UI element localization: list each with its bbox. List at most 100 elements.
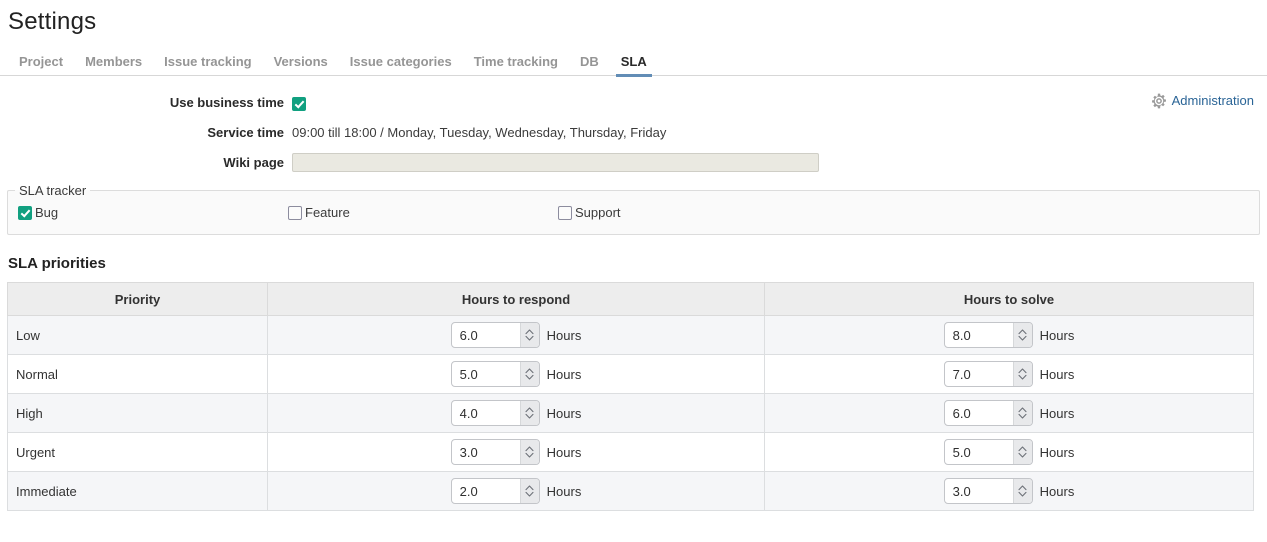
hours-to-solve-control: 7.0 Hours (943, 361, 1074, 387)
tracker-checkbox-bug[interactable] (18, 206, 32, 220)
sla-tracker-legend: SLA tracker (19, 183, 87, 198)
hours-to-respond-cell: 3.0 Hours (267, 432, 765, 472)
priority-name-cell: Normal (7, 354, 268, 394)
hours-unit-label: Hours (546, 483, 582, 499)
tracker-label: Support (575, 205, 621, 220)
priority-name-cell: Urgent (7, 432, 268, 472)
hours-to-solve-stepper[interactable]: 5.0 (943, 439, 1033, 465)
hours-unit-label: Hours (546, 405, 582, 421)
hours-to-solve-input[interactable]: 7.0 (945, 362, 1013, 386)
tracker-checkbox-support[interactable] (558, 206, 572, 220)
hours-to-solve-input[interactable]: 5.0 (945, 440, 1013, 464)
hours-to-respond-input[interactable]: 2.0 (452, 479, 520, 503)
hours-to-respond-control: 2.0 Hours (450, 478, 582, 504)
hours-to-respond-input[interactable]: 4.0 (452, 401, 520, 425)
hours-to-solve-stepper[interactable]: 3.0 (943, 478, 1033, 504)
tracker-checkbox-feature[interactable] (288, 206, 302, 220)
hours-to-solve-spinner-arrows-icon[interactable] (1012, 401, 1032, 425)
use-business-time-label: Use business time (169, 95, 284, 110)
administration-link[interactable]: Administration (1151, 93, 1254, 109)
hours-to-solve-spinner-arrows-icon[interactable] (1012, 479, 1032, 503)
tab-db[interactable]: DB (569, 54, 610, 75)
hours-to-respond-stepper[interactable]: 3.0 (450, 439, 540, 465)
column-header-label: Hours to solve (963, 291, 1055, 307)
sla-table-body: Low 6.0 Hours 8.0 Hours Normal 5.0 Hours 7.0 Hour… (7, 315, 1254, 511)
sla-settings-form: Administration Use business time Service… (0, 76, 1267, 172)
hours-to-respond-input[interactable]: 5.0 (452, 362, 520, 386)
tracker-option-feature[interactable]: Feature (288, 205, 558, 221)
tracker-option-bug[interactable]: Bug (18, 205, 288, 221)
hours-to-solve-input[interactable]: 3.0 (945, 479, 1013, 503)
tracker-option-support[interactable]: Support (558, 205, 621, 221)
hours-to-solve-spinner-arrows-icon[interactable] (1012, 440, 1032, 464)
settings-tab-bar: Project Members Issue tracking Versions Issu… (0, 48, 1267, 77)
sla-tracker-fieldset: SLA tracker Bug Feature Support (7, 183, 1260, 235)
tab-sla[interactable]: SLA (610, 54, 658, 77)
hours-to-respond-input[interactable]: 3.0 (452, 440, 520, 464)
hours-to-respond-spinner-arrows-icon[interactable] (519, 323, 539, 347)
hours-to-respond-cell: 6.0 Hours (267, 315, 765, 355)
tracker-label: Feature (305, 205, 350, 220)
wiki-page-input[interactable] (292, 153, 819, 172)
sla-priorities-table: Priority Hours to respond Hours to solve L… (7, 282, 1254, 511)
tab-label: Members (85, 54, 143, 69)
hours-to-solve-stepper[interactable]: 7.0 (943, 361, 1033, 387)
hours-to-solve-stepper[interactable]: 8.0 (943, 322, 1033, 348)
service-time-label: Service time (207, 125, 284, 140)
hours-to-solve-cell: 8.0 Hours (764, 315, 1254, 355)
tracker-label: Bug (35, 205, 59, 220)
hours-to-respond-spinner-arrows-icon[interactable] (519, 401, 539, 425)
hours-to-solve-input[interactable]: 8.0 (945, 323, 1013, 347)
hours-to-respond-spinner-arrows-icon[interactable] (519, 440, 539, 464)
table-row: Normal 5.0 Hours 7.0 Hours (7, 354, 1254, 394)
gear-icon (1151, 93, 1167, 109)
hours-to-respond-control: 3.0 Hours (450, 439, 582, 465)
tab-issue-tracking[interactable]: Issue tracking (153, 54, 262, 75)
hours-to-solve-cell: 7.0 Hours (764, 354, 1254, 394)
tab-issue-categories[interactable]: Issue categories (339, 54, 463, 75)
hours-to-respond-stepper[interactable]: 2.0 (450, 478, 540, 504)
sla-table-head: Priority Hours to respond Hours to solve (7, 282, 1254, 316)
hours-to-solve-input[interactable]: 6.0 (945, 401, 1013, 425)
hours-to-solve-control: 3.0 Hours (943, 478, 1074, 504)
hours-to-solve-spinner-arrows-icon[interactable] (1012, 323, 1032, 347)
hours-to-respond-input[interactable]: 6.0 (452, 323, 520, 347)
sla-tracker-options: Bug Feature Support (8, 198, 1259, 221)
hours-to-respond-stepper[interactable]: 5.0 (450, 361, 540, 387)
page-title: Settings (8, 8, 97, 35)
column-header-priority: Priority (7, 282, 268, 316)
sla-header-row: Priority Hours to respond Hours to solve (7, 282, 1254, 316)
priority-name-cell: Immediate (7, 471, 268, 511)
tab-members[interactable]: Members (74, 54, 153, 75)
hours-unit-label: Hours (546, 444, 582, 460)
hours-to-solve-cell: 5.0 Hours (764, 432, 1254, 472)
use-business-time-value (292, 94, 306, 111)
table-row: Immediate 2.0 Hours 3.0 Hours (7, 471, 1254, 511)
hours-to-respond-control: 6.0 Hours (450, 322, 582, 348)
hours-to-solve-stepper[interactable]: 6.0 (943, 400, 1033, 426)
tab-label: DB (579, 54, 599, 69)
tab-label: Versions (273, 54, 328, 69)
wiki-page-label: Wiki page (223, 155, 284, 170)
use-business-time-checkbox[interactable] (292, 96, 306, 111)
hours-to-solve-cell: 6.0 Hours (764, 393, 1254, 433)
hours-to-solve-cell: 3.0 Hours (764, 471, 1254, 511)
hours-unit-label: Hours (1039, 444, 1075, 460)
tab-time-tracking[interactable]: Time tracking (463, 54, 569, 75)
hours-to-respond-spinner-arrows-icon[interactable] (519, 479, 539, 503)
table-row: Urgent 3.0 Hours 5.0 Hours (7, 432, 1254, 472)
hours-to-solve-spinner-arrows-icon[interactable] (1012, 362, 1032, 386)
priority-name-cell: Low (7, 315, 268, 355)
sla-priorities-heading: SLA priorities (8, 255, 106, 272)
hours-unit-label: Hours (1039, 405, 1075, 421)
tab-label: Project (19, 54, 64, 69)
hours-unit-label: Hours (546, 327, 582, 343)
tab-project[interactable]: Project (8, 54, 74, 75)
hours-unit-label: Hours (546, 366, 582, 382)
hours-to-respond-spinner-arrows-icon[interactable] (519, 362, 539, 386)
hours-to-respond-stepper[interactable]: 6.0 (450, 322, 540, 348)
hours-to-respond-stepper[interactable]: 4.0 (450, 400, 540, 426)
column-header-label: Priority (114, 291, 161, 307)
column-header-label: Hours to respond (461, 291, 571, 307)
tab-versions[interactable]: Versions (263, 54, 339, 75)
